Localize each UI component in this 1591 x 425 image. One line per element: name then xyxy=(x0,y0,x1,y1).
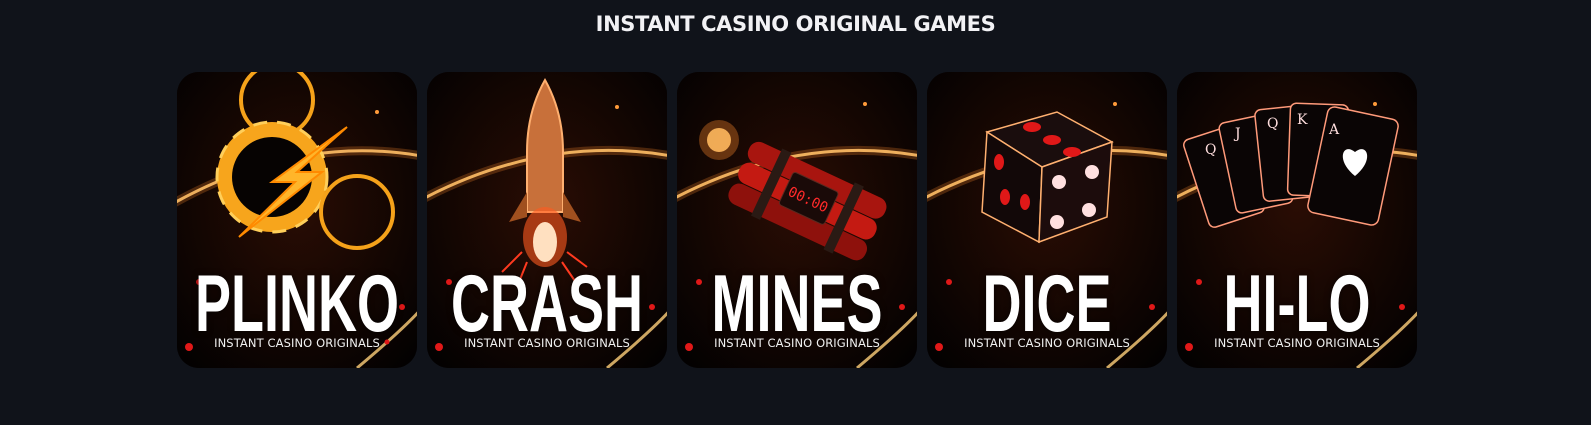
svg-text:Q: Q xyxy=(1267,116,1278,132)
svg-text:Q: Q xyxy=(1205,142,1216,158)
game-card-dice[interactable]: DICE INSTANT CASINO ORIGINALS xyxy=(927,72,1167,368)
game-card-mines[interactable]: 00:00 MINES INSTANT CASINO ORIGINALS xyxy=(677,72,917,368)
svg-text:A: A xyxy=(1328,122,1340,138)
game-card-hi-lo[interactable]: QJQ KA HI-LO INSTANT CASINO ORIGINALS xyxy=(1177,72,1417,368)
game-subtitle: INSTANT CASINO ORIGINALS xyxy=(964,336,1130,350)
game-subtitle: INSTANT CASINO ORIGINALS xyxy=(1214,336,1380,350)
section-title: INSTANT CASINO ORIGINAL GAMES xyxy=(595,12,996,36)
game-card-plinko[interactable]: PLINKO INSTANT CASINO ORIGINALS xyxy=(177,72,417,368)
game-subtitle: INSTANT CASINO ORIGINALS xyxy=(464,336,630,350)
game-subtitle: INSTANT CASINO ORIGINALS xyxy=(214,336,380,350)
svg-text:K: K xyxy=(1297,112,1308,128)
games-grid: PLINKO INSTANT CASINO ORIGINALS CRASH IN… xyxy=(177,72,1417,368)
game-card-crash[interactable]: CRASH INSTANT CASINO ORIGINALS xyxy=(427,72,667,368)
svg-text:J: J xyxy=(1233,126,1241,142)
game-subtitle: INSTANT CASINO ORIGINALS xyxy=(714,336,880,350)
